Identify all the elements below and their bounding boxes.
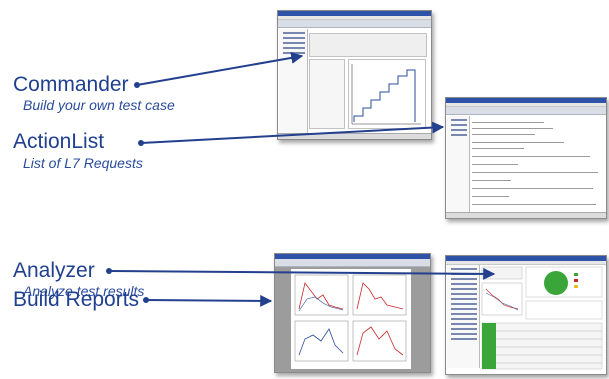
analyzer-label: Analyzer [13, 259, 95, 282]
analyzer-arrow [108, 267, 496, 280]
build-reports-label: Build Reports [13, 288, 140, 311]
actionlist-label: ActionList [13, 130, 105, 153]
commander-label: Commander [13, 73, 129, 96]
connector-arrows [106, 51, 496, 307]
commander-arrow [136, 51, 304, 86]
commander-subtitle: Build your own test case [23, 97, 175, 113]
build-reports-arrow [145, 294, 273, 307]
actionlist-arrow [140, 121, 445, 144]
actionlist-subtitle: List of L7 Requests [23, 155, 143, 171]
